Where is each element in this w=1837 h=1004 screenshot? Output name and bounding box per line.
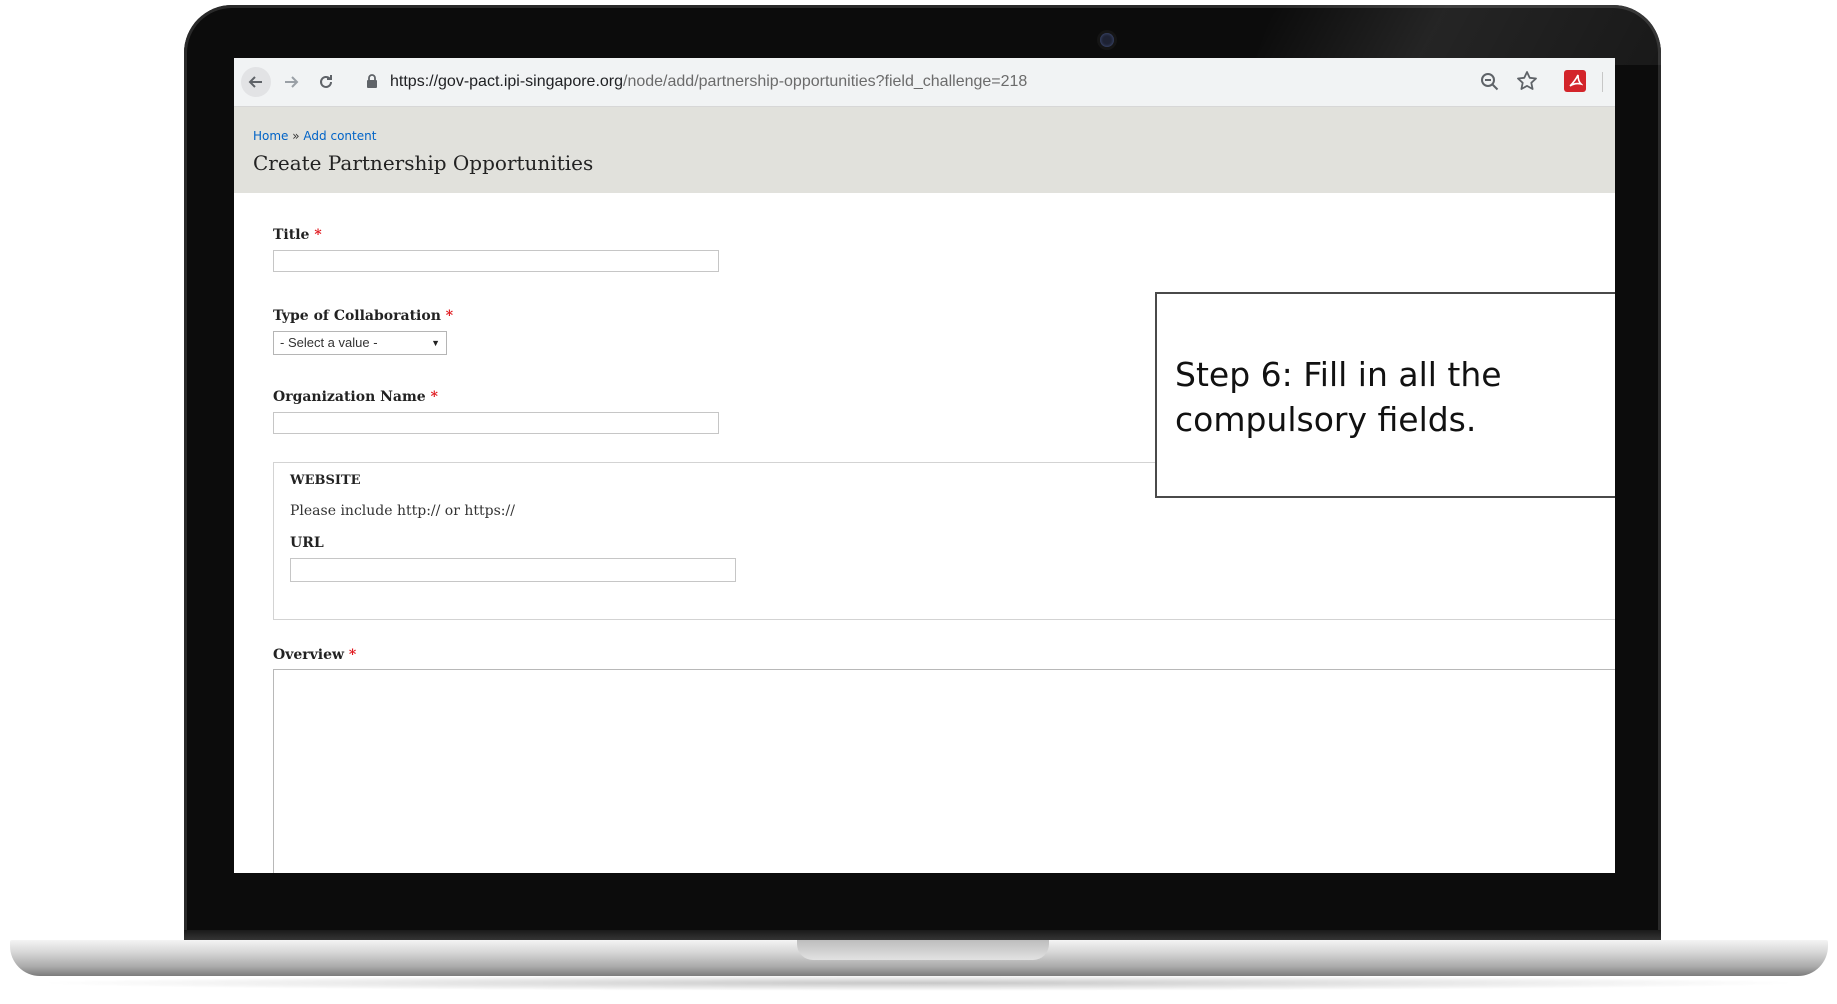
zoom-out-icon[interactable] (1480, 72, 1500, 92)
collaboration-label-text: Type of Collaboration (273, 308, 441, 324)
website-legend: WEBSITE (290, 473, 361, 488)
url-input[interactable] (290, 558, 736, 582)
collaboration-select-value: - Select a value - (280, 335, 378, 350)
collaboration-select[interactable]: - Select a value - ▼ (273, 331, 447, 355)
overview-textarea[interactable] (273, 669, 1615, 873)
url-text: https://gov-pact.ipi-singapore.org/node/… (390, 73, 1027, 91)
breadcrumb-separator: » (288, 129, 304, 143)
title-input[interactable] (273, 250, 719, 272)
url-path: /node/add/partnership-opportunities?fiel… (623, 73, 1028, 90)
required-marker: * (348, 647, 357, 663)
lock-icon (367, 74, 377, 88)
organization-input[interactable] (273, 412, 719, 434)
required-marker: * (430, 389, 438, 405)
dropdown-arrow-icon: ▼ (431, 338, 440, 348)
laptop-screen: https://gov-pact.ipi-singapore.org/node/… (234, 58, 1615, 873)
laptop-notch (797, 940, 1049, 960)
overview-label-text: Overview (273, 647, 345, 663)
title-label-text: Title (273, 227, 310, 243)
overview-label: Overview * (273, 647, 356, 663)
breadcrumb-add-content[interactable]: Add content (303, 129, 376, 143)
forward-button[interactable] (276, 67, 306, 97)
laptop-shadow (30, 975, 1808, 991)
collaboration-label: Type of Collaboration * (273, 308, 453, 324)
organization-label: Organization Name * (273, 389, 438, 405)
back-button[interactable] (241, 67, 271, 97)
back-arrow-icon (248, 76, 262, 88)
instruction-text: Step 6: Fill in all the compulsory field… (1175, 355, 1502, 439)
webcam (1100, 33, 1114, 47)
organization-label-text: Organization Name (273, 389, 426, 405)
required-marker: * (314, 227, 322, 243)
page-header: Home » Add content Create Partnership Op… (234, 107, 1615, 193)
breadcrumb: Home » Add content (253, 129, 376, 143)
star-icon[interactable] (1516, 70, 1538, 92)
title-label: Title * (273, 227, 322, 243)
toolbar-divider (1602, 72, 1603, 92)
instruction-callout: Step 6: Fill in all the compulsory field… (1155, 292, 1615, 498)
forward-arrow-icon (285, 76, 299, 88)
url-label: URL (290, 535, 324, 551)
website-hint: Please include http:// or https:// (290, 503, 515, 519)
pdf-extension-icon[interactable] (1564, 70, 1586, 92)
required-marker: * (445, 308, 454, 324)
url-host: https://gov-pact.ipi-singapore.org (390, 73, 624, 90)
breadcrumb-home[interactable]: Home (253, 129, 288, 143)
reload-icon (320, 75, 332, 88)
reload-button[interactable] (311, 67, 341, 97)
page-title: Create Partnership Opportunities (253, 151, 594, 175)
browser-toolbar: https://gov-pact.ipi-singapore.org/node/… (234, 58, 1615, 107)
address-bar[interactable]: https://gov-pact.ipi-singapore.org/node/… (354, 66, 1424, 98)
lid-reflection (1253, 5, 1661, 65)
